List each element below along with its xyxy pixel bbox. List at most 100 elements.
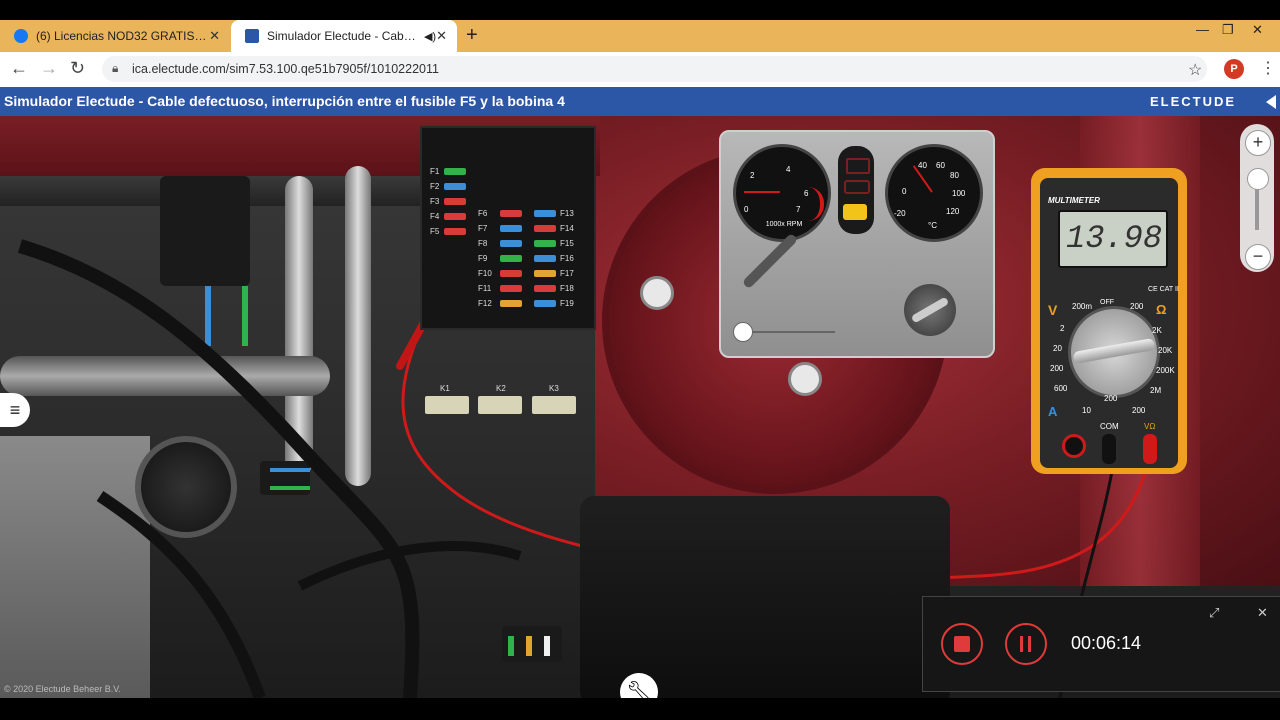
range-label: 600 [1054,384,1068,393]
range-label: 200 [1104,394,1118,403]
fuse[interactable] [500,225,522,232]
range-label: 20 [1053,344,1062,353]
pause-record-button[interactable] [1005,623,1047,665]
fuse[interactable] [534,240,556,247]
fuse[interactable] [500,210,522,217]
wire-white [544,636,550,656]
profile-avatar[interactable]: P [1224,59,1244,79]
new-tab-icon[interactable]: + [466,24,478,47]
fuse[interactable] [534,270,556,277]
ignition-switch[interactable] [904,284,956,336]
back-icon[interactable]: ← [10,58,28,79]
gauge-tick: -20 [894,209,906,218]
warning-light-panel [838,146,874,234]
close-recorder-icon[interactable]: ✕ [1257,605,1268,621]
zoom-in-button[interactable]: + [1245,130,1271,156]
minimize-icon[interactable]: — [1196,22,1209,37]
fuse-label: F5 [430,227,440,236]
fuse[interactable] [500,300,522,307]
off-label: OFF [1100,299,1114,306]
fuse[interactable] [500,240,522,247]
recording-timer: 00:06:14 [1071,633,1142,653]
gauge-unit: 1000x RPM [765,221,803,228]
multimeter-brand: MULTIMETER [1048,196,1100,205]
fuse-label: F18 [560,284,574,293]
fuse[interactable] [444,168,466,175]
range-label: 200 [1130,302,1144,311]
reload-icon[interactable]: ↻ [70,58,85,79]
tab-facebook[interactable]: (6) Licencias NOD32 GRATIS | Fa ✕ [0,20,230,52]
collapse-arrow-icon[interactable] [1266,95,1276,109]
relay-k1[interactable] [425,396,469,414]
close-tab-icon[interactable]: ✕ [436,28,447,44]
rpm-gauge: 0 2 4 6 7 1000x RPM [733,144,831,242]
gauge-tick: 2 [750,171,755,180]
electude-icon [245,29,259,43]
range-label: 200 [1132,406,1146,415]
pause-icon [1020,636,1023,652]
screen-recorder-panel: ⤢ ✕ 00:06:14 [922,596,1280,692]
fuse-label: F13 [560,209,574,218]
fuse-label: F4 [430,212,440,221]
amp-label: A [1048,404,1058,419]
fuse[interactable] [444,183,466,190]
range-label: 10 [1082,406,1091,415]
fuse[interactable] [500,255,522,262]
range-label: 200m [1072,302,1093,311]
wire-orange [526,636,532,656]
amp-jack[interactable] [1062,434,1086,458]
range-label: 20K [1158,346,1173,355]
range-label: 2M [1150,386,1162,395]
gauge-tick: 7 [796,205,801,214]
fuse[interactable] [500,270,522,277]
restore-icon[interactable]: ❐ [1222,22,1234,38]
fuse[interactable] [444,198,466,205]
facebook-icon [14,29,28,43]
fuse-label: F15 [560,239,574,248]
fuse-label: F12 [478,299,492,308]
fuse[interactable] [534,255,556,262]
relay-k3[interactable] [532,396,576,414]
battery-cover [580,496,950,698]
bookmark-star-icon[interactable]: ☆ [1188,60,1202,80]
fuse[interactable] [444,213,466,220]
browser-menu-icon[interactable]: ⋮ [1260,58,1276,78]
com-probe-plug[interactable] [1102,434,1116,464]
v-probe-plug[interactable] [1143,434,1157,464]
ignition-key[interactable] [910,296,950,324]
gauge-tick: 120 [946,207,960,216]
close-window-icon[interactable]: ✕ [1252,22,1263,38]
gauge-tick: 0 [744,205,749,214]
audio-icon[interactable]: ◀) [424,30,436,43]
expand-icon[interactable]: ⤢ [1209,605,1219,621]
fuse[interactable] [534,225,556,232]
tab-electude[interactable]: Simulador Electude - Cable d ◀) ✕ [231,20,457,52]
gauge-tick: 0 [902,187,907,196]
close-tab-icon[interactable]: ✕ [209,28,220,44]
slider-knob[interactable] [733,322,753,342]
relay-k2[interactable] [478,396,522,414]
copyright-text: © 2020 Electude Beheer B.V. [4,684,121,694]
top-letterbox [0,0,1280,20]
fuse[interactable] [534,285,556,292]
range-label: 2K [1152,326,1162,335]
range-label: 2 [1060,324,1065,333]
fuse[interactable] [500,285,522,292]
fuse[interactable] [534,300,556,307]
fuse-f5[interactable] [444,228,466,235]
multimeter-display: 13.98 [1058,210,1168,268]
zoom-slider-knob[interactable] [1247,168,1269,190]
forward-icon[interactable]: → [40,58,58,79]
ce-label: CE CAT II [1148,286,1179,293]
electude-logo: ELECTUDE [1150,94,1237,109]
fuse[interactable] [534,210,556,217]
url-field[interactable]: 🔒︎ ica.electude.com/sim7.53.100.qe51b790… [102,56,1207,82]
fuse-label: F11 [478,284,492,293]
relay-label: K2 [496,384,506,393]
zoom-out-button[interactable]: − [1245,244,1271,270]
fuse-label: F14 [560,224,574,233]
bottom-letterbox [0,698,1280,720]
check-engine-icon [843,204,867,220]
stop-record-button[interactable] [941,623,983,665]
selector-dial[interactable] [1068,306,1160,398]
